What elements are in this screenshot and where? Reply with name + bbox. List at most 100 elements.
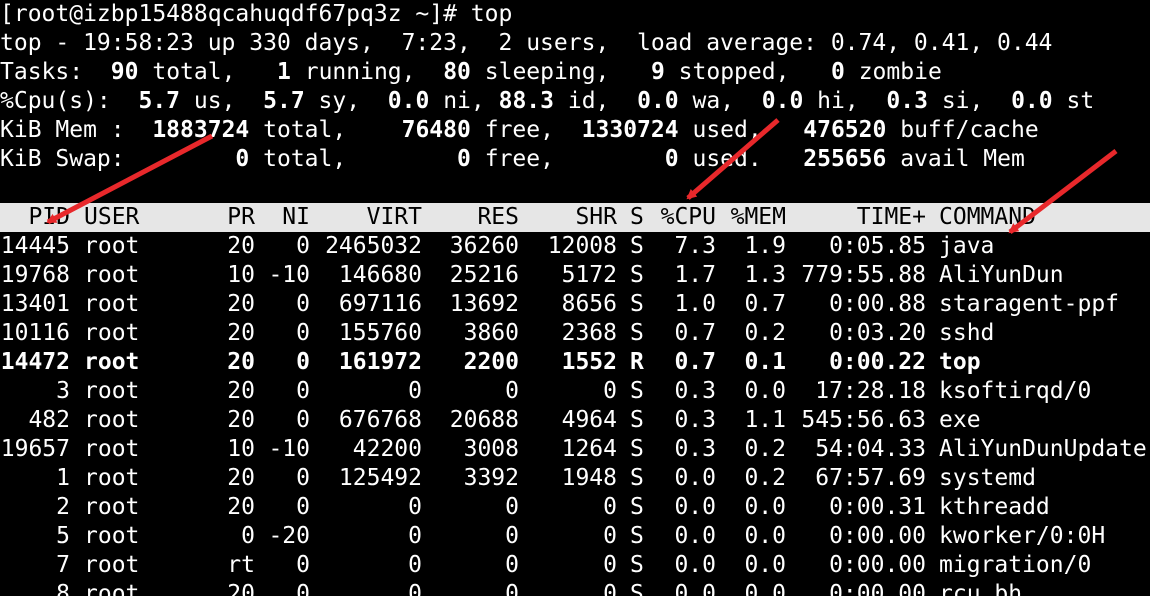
cpu-si-label: si, <box>941 88 984 114</box>
cell-user: root <box>84 233 140 259</box>
table-row[interactable]: 3 root 20 0 0 0 0 S 0.3 0.0 17:28.18 ksoftirqd/0 <box>0 377 1150 406</box>
cell-shr: 1264 <box>561 436 617 462</box>
cell-virt: 676768 <box>338 407 422 433</box>
table-row[interactable]: 2 root 20 0 0 0 0 S 0.0 0.0 0:00.31 kthreadd <box>0 493 1150 522</box>
tasks-total: 90 <box>110 59 139 85</box>
cpu-id-label: id, <box>567 88 610 114</box>
cell-pr: 20 <box>227 494 255 520</box>
col-header-pid[interactable]: PID <box>0 203 70 232</box>
swap-free-label: free, <box>484 146 554 172</box>
cell-cpu: 0.3 <box>674 436 716 462</box>
mem-total: 1883724 <box>152 117 250 143</box>
table-row[interactable]: 482 root 20 0 676768 20688 4964 S 0.3 1.1 545:56.6… <box>0 406 1150 435</box>
table-row[interactable]: 19768 root 10 -10 146680 25216 5172 S 1.7 1.3 779:… <box>0 261 1150 290</box>
mem-buff-label: buff/cache <box>900 117 1039 143</box>
table-row[interactable]: 7 root rt 0 0 0 0 S 0.0 0.0 0:00.00 migration/0 <box>0 551 1150 580</box>
cell-user: root <box>84 494 140 520</box>
col-header-pr[interactable]: PR <box>200 203 255 232</box>
col-header-mem[interactable]: %MEM <box>716 203 786 232</box>
cell-pid: 19657 <box>0 436 70 462</box>
cell-cpu: 0.0 <box>674 465 716 491</box>
cpu-hi-label: hi, <box>817 88 859 114</box>
cell-pid: 1 <box>56 465 70 491</box>
cell-pid: 14445 <box>0 233 70 259</box>
cell-time: 545:56.63 <box>801 407 926 433</box>
tasks-stopped-label: stopped, <box>678 59 790 85</box>
table-row[interactable]: 14472 root 20 0 161972 2200 1552 R 0.7 0.1 0:00.22… <box>0 348 1150 377</box>
cell-mem: 0.1 <box>744 349 786 375</box>
swap-label: KiB Swap: <box>0 146 125 172</box>
col-header-cpu[interactable]: %CPU <box>650 203 716 232</box>
cell-virt: 0 <box>408 378 422 404</box>
cell-command: ksoftirqd/0 <box>939 378 1092 404</box>
col-header-shr[interactable]: SHR <box>519 203 617 232</box>
table-row[interactable]: 10116 root 20 0 155760 3860 2368 S 0.7 0.2 0:03.20… <box>0 319 1150 348</box>
table-row[interactable]: 19657 root 10 -10 42200 3008 1264 S 0.3 0.2 54:04.… <box>0 435 1150 464</box>
mem-used: 1330724 <box>581 117 679 143</box>
cell-res: 36260 <box>449 233 519 259</box>
table-row[interactable]: 8 root 20 0 0 0 0 S 0.0 0.0 0:00.00 rcu_bh <box>0 580 1150 596</box>
tasks-line: Tasks: 90 total, 1 running, 80 sleeping,… <box>0 58 942 87</box>
swap-avail: 255656 <box>803 146 887 172</box>
cell-pr: 20 <box>227 291 255 317</box>
cell-ni: 0 <box>296 378 310 404</box>
table-row[interactable]: 14445 root 20 0 2465032 36260 12008 S 7.3 1.9 0:05… <box>0 232 1150 261</box>
cpu-wa: 0.0 <box>637 88 679 114</box>
cell-res: 25216 <box>449 262 519 288</box>
cell-shr: 0 <box>603 523 617 549</box>
cell-virt: 42200 <box>352 436 422 462</box>
cell-user: root <box>84 291 140 317</box>
col-header-time[interactable]: TIME+ <box>786 203 926 232</box>
cell-time: 67:57.69 <box>815 465 926 491</box>
cell-virt: 0 <box>408 523 422 549</box>
swap-total: 0 <box>235 146 250 172</box>
cell-pr: 0 <box>241 523 255 549</box>
cell-pr: 20 <box>227 320 255 346</box>
cell-command: AliYunDunUpdate <box>939 436 1147 462</box>
cell-cpu: 0.7 <box>674 349 716 375</box>
cell-res: 3392 <box>463 465 519 491</box>
cell-res: 0 <box>505 523 519 549</box>
cell-shr: 0 <box>603 581 617 596</box>
terminal-window[interactable]: [root@izbp15488qcahuqdf67pq3z ~]# top to… <box>0 0 1150 596</box>
table-row[interactable]: 1 root 20 0 125492 3392 1948 S 0.0 0.2 67:57.69 sys… <box>0 464 1150 493</box>
cell-s: S <box>630 581 644 596</box>
cell-command: kthreadd <box>939 494 1050 520</box>
col-header-res[interactable]: RES <box>422 203 519 232</box>
cell-ni: 0 <box>296 233 310 259</box>
cell-cpu: 0.3 <box>674 407 716 433</box>
col-header-virt[interactable]: VIRT <box>310 203 422 232</box>
cell-command: kworker/0:0H <box>939 523 1106 549</box>
top-uptime-line: top - 19:58:23 up 330 days, 7:23, 2 user… <box>0 30 1053 56</box>
table-row[interactable]: 5 root 0 -20 0 0 0 S 0.0 0.0 0:00.00 kworker/0:0H <box>0 522 1150 551</box>
cell-cpu: 1.7 <box>674 262 716 288</box>
process-table-header[interactable]: PID USER PR NI VIRT RES SHR S %CPU %MEM … <box>0 203 1150 232</box>
cell-res: 20688 <box>449 407 519 433</box>
cpu-id: 88.3 <box>498 88 554 114</box>
col-header-state[interactable]: S <box>630 203 650 232</box>
col-header-user[interactable]: USER <box>84 203 184 232</box>
cell-user: root <box>84 552 140 578</box>
cell-shr: 4964 <box>561 407 617 433</box>
cell-time: 0:00.00 <box>829 581 926 596</box>
cell-virt: 161972 <box>338 349 422 375</box>
table-row[interactable]: 13401 root 20 0 697116 13692 8656 S 1.0 0.7 0:00.8… <box>0 290 1150 319</box>
cell-ni: 0 <box>296 552 310 578</box>
cell-mem: 0.0 <box>744 581 786 596</box>
cell-mem: 0.0 <box>744 378 786 404</box>
cell-shr: 0 <box>603 378 617 404</box>
cell-time: 0:00.88 <box>829 291 926 317</box>
cell-pr: rt <box>227 552 255 578</box>
col-header-command[interactable]: COMMAND <box>939 203 1149 232</box>
mem-free: 76480 <box>401 117 471 143</box>
cell-shr: 1552 <box>561 349 617 375</box>
swap-line: KiB Swap: 0 total, 0 free, 0 used. 25565… <box>0 145 1025 174</box>
swap-used-label: used. <box>692 146 762 172</box>
col-header-ni[interactable]: NI <box>260 203 310 232</box>
cell-pr: 20 <box>227 407 255 433</box>
cell-res: 2200 <box>463 349 519 375</box>
cell-pid: 19768 <box>0 262 70 288</box>
cell-shr: 1948 <box>561 465 617 491</box>
mem-label: KiB Mem : <box>0 117 125 143</box>
cell-command: top <box>939 349 981 375</box>
